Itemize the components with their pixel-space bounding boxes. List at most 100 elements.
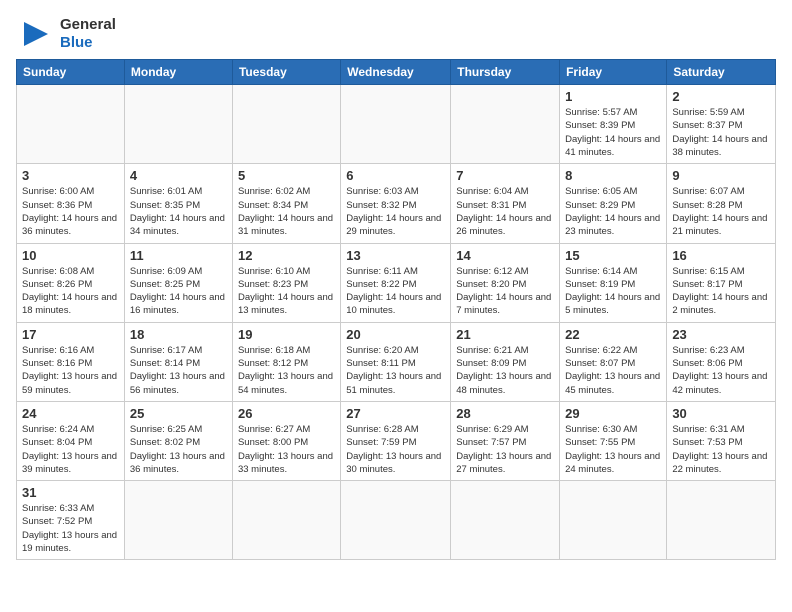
day-info: Sunrise: 6:28 AM Sunset: 7:59 PM Dayligh… (346, 423, 445, 476)
day-number: 23 (672, 327, 770, 342)
day-info: Sunrise: 6:02 AM Sunset: 8:34 PM Dayligh… (238, 185, 335, 238)
weekday-header: Monday (124, 60, 232, 85)
day-number: 11 (130, 248, 227, 263)
day-info: Sunrise: 6:24 AM Sunset: 8:04 PM Dayligh… (22, 423, 119, 476)
calendar-day-cell: 15 Sunrise: 6:14 AM Sunset: 8:19 PM Dayli… (560, 243, 667, 322)
weekday-header: Wednesday (341, 60, 451, 85)
day-info: Sunrise: 6:15 AM Sunset: 8:17 PM Dayligh… (672, 265, 770, 318)
day-number: 5 (238, 168, 335, 183)
day-number: 8 (565, 168, 661, 183)
calendar-day-cell (17, 85, 125, 164)
day-info: Sunrise: 6:05 AM Sunset: 8:29 PM Dayligh… (565, 185, 661, 238)
day-info: Sunrise: 6:10 AM Sunset: 8:23 PM Dayligh… (238, 265, 335, 318)
weekday-header: Friday (560, 60, 667, 85)
day-info: Sunrise: 6:04 AM Sunset: 8:31 PM Dayligh… (456, 185, 554, 238)
day-number: 9 (672, 168, 770, 183)
calendar-table: SundayMondayTuesdayWednesdayThursdayFrid… (16, 59, 776, 560)
calendar-day-cell: 14 Sunrise: 6:12 AM Sunset: 8:20 PM Dayli… (451, 243, 560, 322)
day-number: 20 (346, 327, 445, 342)
calendar-week-row: 1Sunrise: 5:57 AM Sunset: 8:39 PM Daylig… (17, 85, 776, 164)
calendar-day-cell: 6 Sunrise: 6:03 AM Sunset: 8:32 PM Daylig… (341, 164, 451, 243)
day-number: 30 (672, 406, 770, 421)
calendar-header: SundayMondayTuesdayWednesdayThursdayFrid… (17, 60, 776, 85)
logo: GeneralBlue (16, 16, 116, 51)
calendar-day-cell: 2Sunrise: 5:59 AM Sunset: 8:37 PM Daylig… (667, 85, 776, 164)
calendar-day-cell: 9 Sunrise: 6:07 AM Sunset: 8:28 PM Daylig… (667, 164, 776, 243)
logo-flag-icon (16, 18, 56, 50)
day-info: Sunrise: 6:25 AM Sunset: 8:02 PM Dayligh… (130, 423, 227, 476)
calendar-day-cell: 10 Sunrise: 6:08 AM Sunset: 8:26 PM Dayli… (17, 243, 125, 322)
day-info: Sunrise: 6:33 AM Sunset: 7:52 PM Dayligh… (22, 502, 119, 555)
day-number: 22 (565, 327, 661, 342)
day-number: 3 (22, 168, 119, 183)
day-number: 31 (22, 485, 119, 500)
calendar-day-cell (124, 85, 232, 164)
day-info: Sunrise: 6:03 AM Sunset: 8:32 PM Dayligh… (346, 185, 445, 238)
day-info: Sunrise: 6:18 AM Sunset: 8:12 PM Dayligh… (238, 344, 335, 397)
calendar-day-cell: 19 Sunrise: 6:18 AM Sunset: 8:12 PM Dayli… (232, 322, 340, 401)
day-info: Sunrise: 6:22 AM Sunset: 8:07 PM Dayligh… (565, 344, 661, 397)
weekday-header: Saturday (667, 60, 776, 85)
calendar-day-cell (341, 85, 451, 164)
day-number: 1 (565, 89, 661, 104)
calendar-week-row: 10 Sunrise: 6:08 AM Sunset: 8:26 PM Dayli… (17, 243, 776, 322)
calendar-day-cell: 31 Sunrise: 6:33 AM Sunset: 7:52 PM Dayli… (17, 481, 125, 560)
day-number: 19 (238, 327, 335, 342)
page-header: GeneralBlue (16, 16, 776, 51)
day-info: Sunrise: 6:16 AM Sunset: 8:16 PM Dayligh… (22, 344, 119, 397)
calendar-day-cell: 27 Sunrise: 6:28 AM Sunset: 7:59 PM Dayli… (341, 401, 451, 480)
calendar-day-cell: 21 Sunrise: 6:21 AM Sunset: 8:09 PM Dayli… (451, 322, 560, 401)
day-info: Sunrise: 6:07 AM Sunset: 8:28 PM Dayligh… (672, 185, 770, 238)
day-info: Sunrise: 6:14 AM Sunset: 8:19 PM Dayligh… (565, 265, 661, 318)
calendar-day-cell: 5 Sunrise: 6:02 AM Sunset: 8:34 PM Daylig… (232, 164, 340, 243)
weekday-row: SundayMondayTuesdayWednesdayThursdayFrid… (17, 60, 776, 85)
day-info: Sunrise: 6:30 AM Sunset: 7:55 PM Dayligh… (565, 423, 661, 476)
day-info: Sunrise: 6:23 AM Sunset: 8:06 PM Dayligh… (672, 344, 770, 397)
calendar-day-cell: 11 Sunrise: 6:09 AM Sunset: 8:25 PM Dayli… (124, 243, 232, 322)
day-number: 12 (238, 248, 335, 263)
calendar-day-cell: 24 Sunrise: 6:24 AM Sunset: 8:04 PM Dayli… (17, 401, 125, 480)
day-info: Sunrise: 6:21 AM Sunset: 8:09 PM Dayligh… (456, 344, 554, 397)
day-info: Sunrise: 6:29 AM Sunset: 7:57 PM Dayligh… (456, 423, 554, 476)
calendar-day-cell (560, 481, 667, 560)
day-info: Sunrise: 6:31 AM Sunset: 7:53 PM Dayligh… (672, 423, 770, 476)
day-number: 24 (22, 406, 119, 421)
weekday-header: Tuesday (232, 60, 340, 85)
day-number: 27 (346, 406, 445, 421)
day-number: 15 (565, 248, 661, 263)
calendar-day-cell: 8 Sunrise: 6:05 AM Sunset: 8:29 PM Daylig… (560, 164, 667, 243)
calendar-body: 1Sunrise: 5:57 AM Sunset: 8:39 PM Daylig… (17, 85, 776, 560)
calendar-day-cell: 22 Sunrise: 6:22 AM Sunset: 8:07 PM Dayli… (560, 322, 667, 401)
calendar-day-cell: 12 Sunrise: 6:10 AM Sunset: 8:23 PM Dayli… (232, 243, 340, 322)
calendar-day-cell: 17Sunrise: 6:16 AM Sunset: 8:16 PM Dayli… (17, 322, 125, 401)
day-number: 10 (22, 248, 119, 263)
day-info: Sunrise: 6:09 AM Sunset: 8:25 PM Dayligh… (130, 265, 227, 318)
day-info: Sunrise: 5:59 AM Sunset: 8:37 PM Dayligh… (672, 106, 770, 159)
calendar-day-cell (451, 481, 560, 560)
day-number: 6 (346, 168, 445, 183)
calendar-day-cell: 30 Sunrise: 6:31 AM Sunset: 7:53 PM Dayli… (667, 401, 776, 480)
day-info: Sunrise: 6:00 AM Sunset: 8:36 PM Dayligh… (22, 185, 119, 238)
day-info: Sunrise: 6:20 AM Sunset: 8:11 PM Dayligh… (346, 344, 445, 397)
day-info: Sunrise: 6:08 AM Sunset: 8:26 PM Dayligh… (22, 265, 119, 318)
day-number: 21 (456, 327, 554, 342)
calendar-day-cell (451, 85, 560, 164)
calendar-day-cell: 3 Sunrise: 6:00 AM Sunset: 8:36 PM Daylig… (17, 164, 125, 243)
calendar-week-row: 31 Sunrise: 6:33 AM Sunset: 7:52 PM Dayli… (17, 481, 776, 560)
calendar-day-cell: 4Sunrise: 6:01 AM Sunset: 8:35 PM Daylig… (124, 164, 232, 243)
calendar-day-cell: 23 Sunrise: 6:23 AM Sunset: 8:06 PM Dayli… (667, 322, 776, 401)
calendar-day-cell: 7Sunrise: 6:04 AM Sunset: 8:31 PM Daylig… (451, 164, 560, 243)
calendar-day-cell (232, 481, 340, 560)
calendar-day-cell: 20 Sunrise: 6:20 AM Sunset: 8:11 PM Dayli… (341, 322, 451, 401)
day-info: Sunrise: 6:17 AM Sunset: 8:14 PM Dayligh… (130, 344, 227, 397)
day-info: Sunrise: 6:12 AM Sunset: 8:20 PM Dayligh… (456, 265, 554, 318)
calendar-day-cell: 18Sunrise: 6:17 AM Sunset: 8:14 PM Dayli… (124, 322, 232, 401)
calendar-day-cell: 13Sunrise: 6:11 AM Sunset: 8:22 PM Dayli… (341, 243, 451, 322)
day-info: Sunrise: 6:11 AM Sunset: 8:22 PM Dayligh… (346, 265, 445, 318)
calendar-day-cell: 1Sunrise: 5:57 AM Sunset: 8:39 PM Daylig… (560, 85, 667, 164)
day-number: 14 (456, 248, 554, 263)
calendar-day-cell: 29Sunrise: 6:30 AM Sunset: 7:55 PM Dayli… (560, 401, 667, 480)
day-number: 25 (130, 406, 227, 421)
calendar-week-row: 17Sunrise: 6:16 AM Sunset: 8:16 PM Dayli… (17, 322, 776, 401)
weekday-header: Sunday (17, 60, 125, 85)
